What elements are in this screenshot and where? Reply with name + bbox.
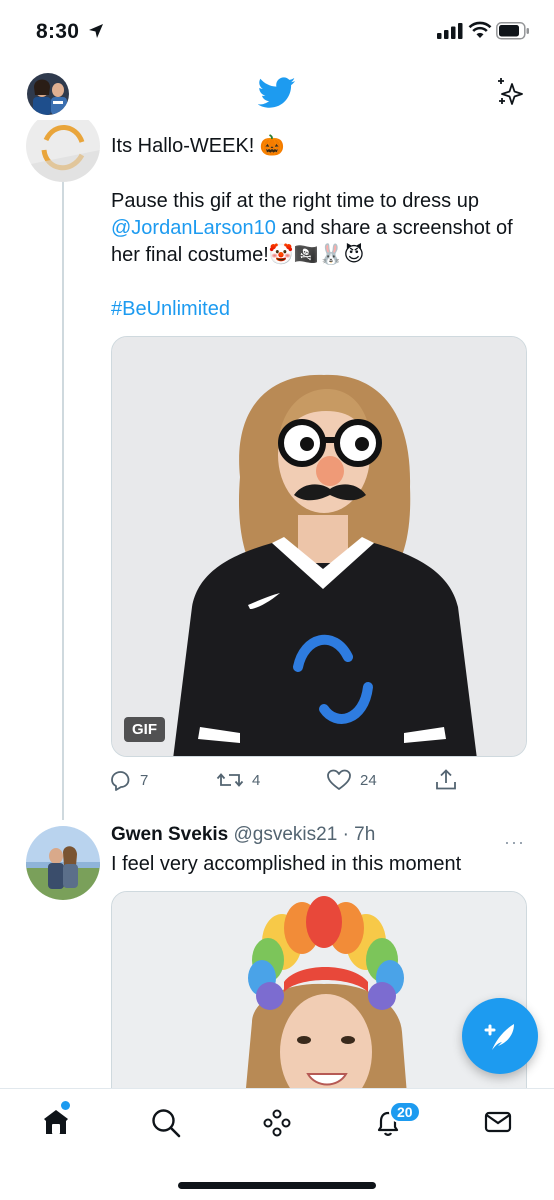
tweet-text: Pause this gif at the right time to dres…: [111, 190, 513, 266]
reply-icon: [111, 771, 130, 791]
like-button[interactable]: 24: [326, 768, 377, 792]
tweet-gif-media[interactable]: GIF: [111, 336, 527, 757]
retweet-count: 4: [252, 771, 261, 789]
tweet-author-avatar[interactable]: [26, 826, 100, 900]
tweet-text: I feel very accomplished in this moment: [111, 853, 462, 875]
notifications-badge: 20: [389, 1101, 421, 1123]
home-indicator: [178, 1182, 376, 1189]
retweet-icon: [216, 773, 244, 787]
heart-icon: [327, 769, 351, 790]
tweet-media[interactable]: [111, 891, 527, 1090]
tweet-header: Gwen Svekis @gsvekis21 · 7h: [111, 824, 375, 846]
reply-count: 7: [140, 771, 149, 789]
profile-avatar-button[interactable]: [27, 73, 69, 115]
more-options-button[interactable]: ···: [504, 832, 525, 853]
author-handle-time: @gsvekis21 · 7h: [233, 824, 376, 845]
twitter-bird-icon[interactable]: [258, 77, 296, 109]
top-navigation: [0, 64, 554, 120]
search-icon[interactable]: [150, 1107, 182, 1139]
hashtag-link[interactable]: #BeUnlimited: [111, 298, 230, 321]
like-count: 24: [360, 771, 377, 789]
messages-icon[interactable]: [483, 1107, 513, 1137]
gif-badge: GIF: [124, 717, 165, 742]
timeline[interactable]: Its Hallo-WEEK! 🎃 Pause this gif at the …: [0, 0, 554, 1090]
mention-link[interactable]: @JordanLarson10: [111, 217, 276, 239]
compose-feather-icon: [484, 1024, 514, 1050]
compose-tweet-button[interactable]: [462, 998, 538, 1074]
share-button[interactable]: [434, 768, 458, 792]
spaces-icon[interactable]: [261, 1107, 293, 1139]
gif-player-photo: [112, 337, 526, 756]
author-name[interactable]: Gwen Svekis: [111, 824, 228, 845]
tweet-author-avatar[interactable]: [26, 110, 100, 182]
thread-connector-line: [62, 180, 64, 820]
sparkle-icon[interactable]: [494, 76, 526, 108]
reply-button[interactable]: 7: [108, 768, 148, 792]
tweet-actions: 7 4 24: [108, 768, 468, 796]
clown-wig-photo: [112, 892, 526, 1090]
home-icon[interactable]: [41, 1107, 71, 1137]
tweet-text-line1: Its Hallo-WEEK! 🎃: [111, 135, 285, 157]
share-icon: [436, 769, 456, 790]
retweet-button[interactable]: 4: [216, 768, 260, 792]
home-unread-dot: [61, 1101, 70, 1110]
